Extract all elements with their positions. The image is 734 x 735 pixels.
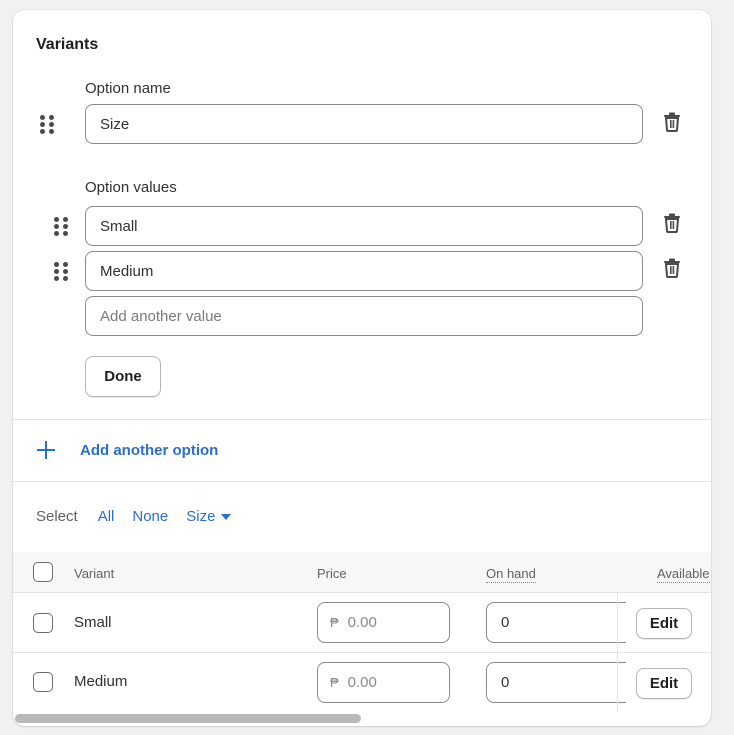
option-name-input[interactable]: Size xyxy=(85,104,643,144)
option-values-label: Option values xyxy=(85,179,177,196)
drag-handle-icon[interactable] xyxy=(54,217,68,237)
on-hand-input[interactable]: 0 xyxy=(486,662,626,703)
horizontal-scrollbar[interactable] xyxy=(15,714,361,723)
header-on-hand[interactable]: On hand xyxy=(486,566,536,583)
drag-handle-icon[interactable] xyxy=(54,262,68,282)
add-value-input[interactable]: Add another value xyxy=(85,296,643,336)
trash-icon[interactable] xyxy=(663,213,681,233)
header-available[interactable]: Available xyxy=(657,566,710,583)
option-value-input[interactable]: Medium xyxy=(85,251,643,291)
option-value-input[interactable]: Small xyxy=(85,206,643,246)
price-input[interactable]: ₱ 0.00 xyxy=(317,602,450,643)
plus-icon xyxy=(36,440,56,460)
trash-icon[interactable] xyxy=(663,112,681,132)
select-label: Select xyxy=(36,508,78,525)
sticky-column-divider xyxy=(617,593,618,711)
option-name-label: Option name xyxy=(85,80,171,97)
add-option-button[interactable]: Add another option xyxy=(36,440,218,460)
select-none-link[interactable]: None xyxy=(132,508,168,525)
variants-table-header: Variant Price On hand Available xyxy=(13,552,711,593)
select-all-link[interactable]: All xyxy=(98,508,115,525)
variant-name: Small xyxy=(74,614,112,631)
table-row: Small ₱ 0.00 0 Edit xyxy=(13,593,711,653)
on-hand-input[interactable]: 0 xyxy=(486,602,626,643)
variant-name: Medium xyxy=(74,673,128,690)
price-input[interactable]: ₱ 0.00 xyxy=(317,662,450,703)
table-row: Medium ₱ 0.00 0 Edit xyxy=(13,653,711,713)
variants-card: Variants Option name Size Option values … xyxy=(13,10,711,726)
row-checkbox[interactable] xyxy=(33,672,53,692)
divider xyxy=(13,481,711,482)
trash-icon[interactable] xyxy=(663,258,681,278)
price-placeholder: 0.00 xyxy=(347,614,377,631)
drag-handle-icon[interactable] xyxy=(40,115,54,135)
price-placeholder: 0.00 xyxy=(347,674,377,691)
edit-button[interactable]: Edit xyxy=(636,668,692,699)
row-checkbox[interactable] xyxy=(33,613,53,633)
select-all-checkbox[interactable] xyxy=(33,562,53,582)
header-price: Price xyxy=(317,566,347,581)
header-variant: Variant xyxy=(74,566,115,581)
card-title: Variants xyxy=(36,36,99,53)
done-button[interactable]: Done xyxy=(85,356,161,397)
caret-down-icon xyxy=(221,514,232,521)
currency-symbol: ₱ xyxy=(330,675,339,690)
edit-button[interactable]: Edit xyxy=(636,608,692,639)
select-size-label: Size xyxy=(186,508,216,525)
currency-symbol: ₱ xyxy=(330,615,339,630)
select-size-dropdown[interactable]: Size xyxy=(186,508,232,525)
bulk-select-bar: Select All None Size xyxy=(36,508,232,525)
add-option-label: Add another option xyxy=(80,441,219,459)
divider xyxy=(13,419,711,420)
